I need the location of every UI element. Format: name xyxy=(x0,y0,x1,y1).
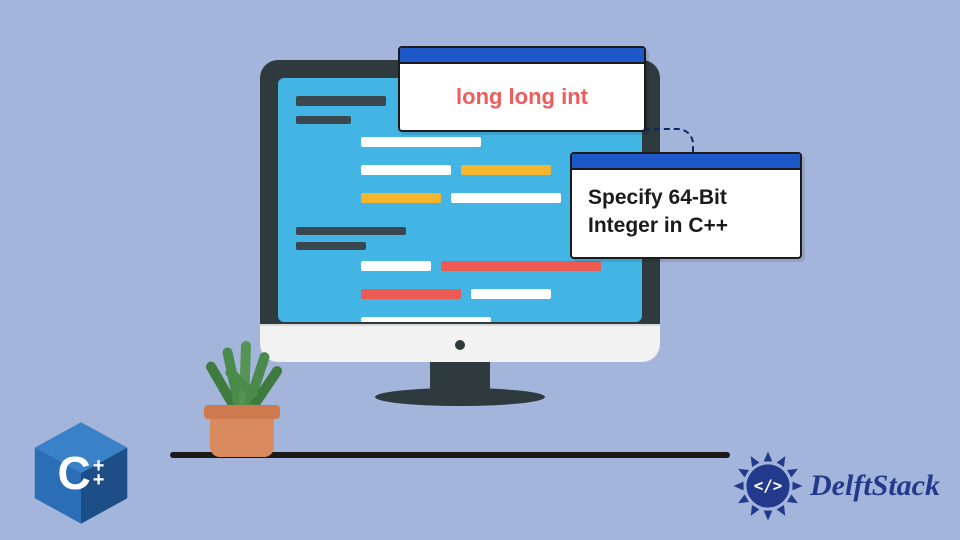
code-callout-window: long long int xyxy=(398,46,646,132)
delftstack-text: DelftStack xyxy=(810,469,940,503)
svg-text:</>: </> xyxy=(754,476,783,495)
cpp-logo-text: C++ xyxy=(26,418,136,528)
title-line1: Specify 64-Bit xyxy=(588,186,727,209)
monitor-chin xyxy=(260,324,660,362)
cpp-plus: ++ xyxy=(93,459,105,487)
delftstack-badge-icon: </> xyxy=(732,450,804,522)
delftstack-logo: </> DelftStack xyxy=(732,450,940,522)
title-callout-text: Specify 64-Bit Integer in C++ xyxy=(572,170,800,257)
cpp-letter: C xyxy=(58,446,91,500)
callout-titlebar xyxy=(400,48,644,64)
plant-illustration xyxy=(192,342,292,457)
monitor-stand-base xyxy=(375,388,545,406)
callout-titlebar xyxy=(572,154,800,170)
title-line2: Integer in C++ xyxy=(588,214,728,237)
code-callout-text: long long int xyxy=(400,64,644,130)
title-callout-window: Specify 64-Bit Integer in C++ xyxy=(570,152,802,259)
cpp-logo: C++ xyxy=(26,418,136,528)
